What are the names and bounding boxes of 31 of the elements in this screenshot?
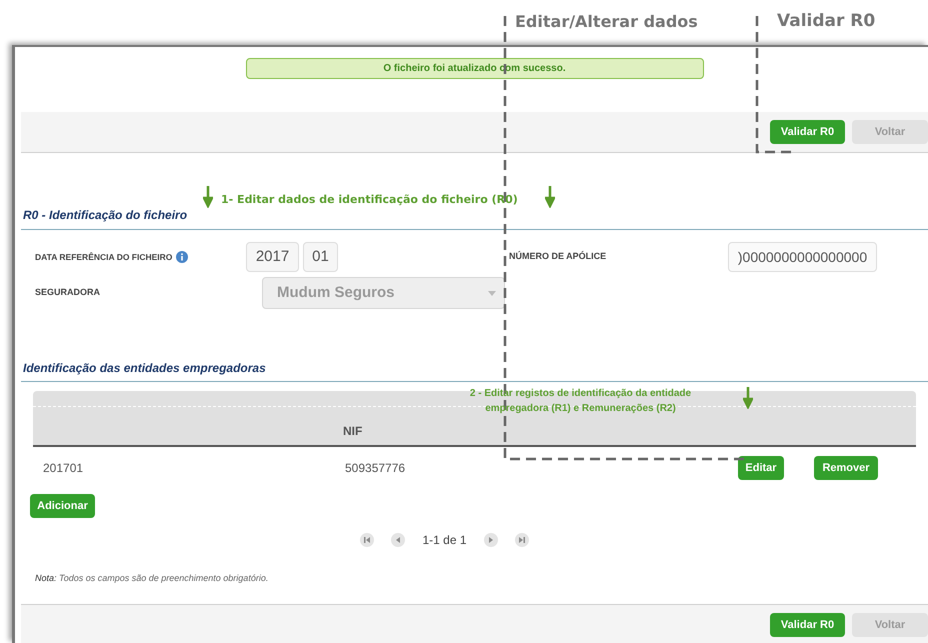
page-indicator: 1-1 de 1 bbox=[422, 532, 467, 549]
section-title: Identificação das entidades empregadoras bbox=[23, 361, 266, 375]
down-arrow-icon bbox=[743, 387, 753, 409]
validate-button[interactable]: Validar R0 bbox=[770, 613, 845, 637]
year-field[interactable]: 2017 bbox=[246, 242, 299, 272]
policy-field[interactable]: )0000000000000000 bbox=[728, 242, 877, 272]
section-title: R0 - Identificação do ficheiro bbox=[23, 208, 188, 222]
field-label: NÚMERO DE APÓLICE bbox=[508, 250, 608, 264]
down-arrow-icon bbox=[203, 186, 213, 208]
down-arrow-icon bbox=[545, 186, 555, 208]
caret-icon bbox=[488, 291, 496, 296]
insurer-dropdown[interactable]: Mudum Seguros bbox=[262, 277, 505, 309]
callout-label: Validar R0 bbox=[777, 10, 876, 33]
field-label: SEGURADORA bbox=[34, 286, 102, 300]
remove-button[interactable]: Remover bbox=[814, 456, 878, 480]
table-cell-text: 201701 bbox=[43, 460, 84, 477]
column-header: NIF bbox=[343, 423, 362, 440]
validate-button[interactable]: Validar R0 bbox=[770, 120, 845, 144]
callout-label: Editar/Alterar dados bbox=[515, 11, 698, 33]
field-label: DATA REFERÊNCIA DO FICHEIRO bbox=[34, 250, 174, 264]
last-page-icon[interactable] bbox=[514, 533, 529, 547]
table-cell-text: 509357776 bbox=[345, 460, 406, 477]
month-field[interactable]: 01 bbox=[303, 242, 338, 272]
info-icon[interactable] bbox=[176, 251, 188, 263]
first-page-icon[interactable] bbox=[360, 533, 374, 547]
annotation-text: 2 - Editar registos de identificação da entidade empregadora (R1) e Remunerações (R2) bbox=[468, 387, 692, 416]
next-page-icon[interactable] bbox=[484, 533, 498, 547]
edit-button[interactable]: Editar bbox=[738, 456, 784, 480]
add-button[interactable]: Adicionar bbox=[30, 494, 95, 518]
previous-page-icon[interactable] bbox=[391, 533, 406, 547]
note-text: Nota: Todos os campos são de preenchimento obrigatório. bbox=[34, 572, 270, 585]
